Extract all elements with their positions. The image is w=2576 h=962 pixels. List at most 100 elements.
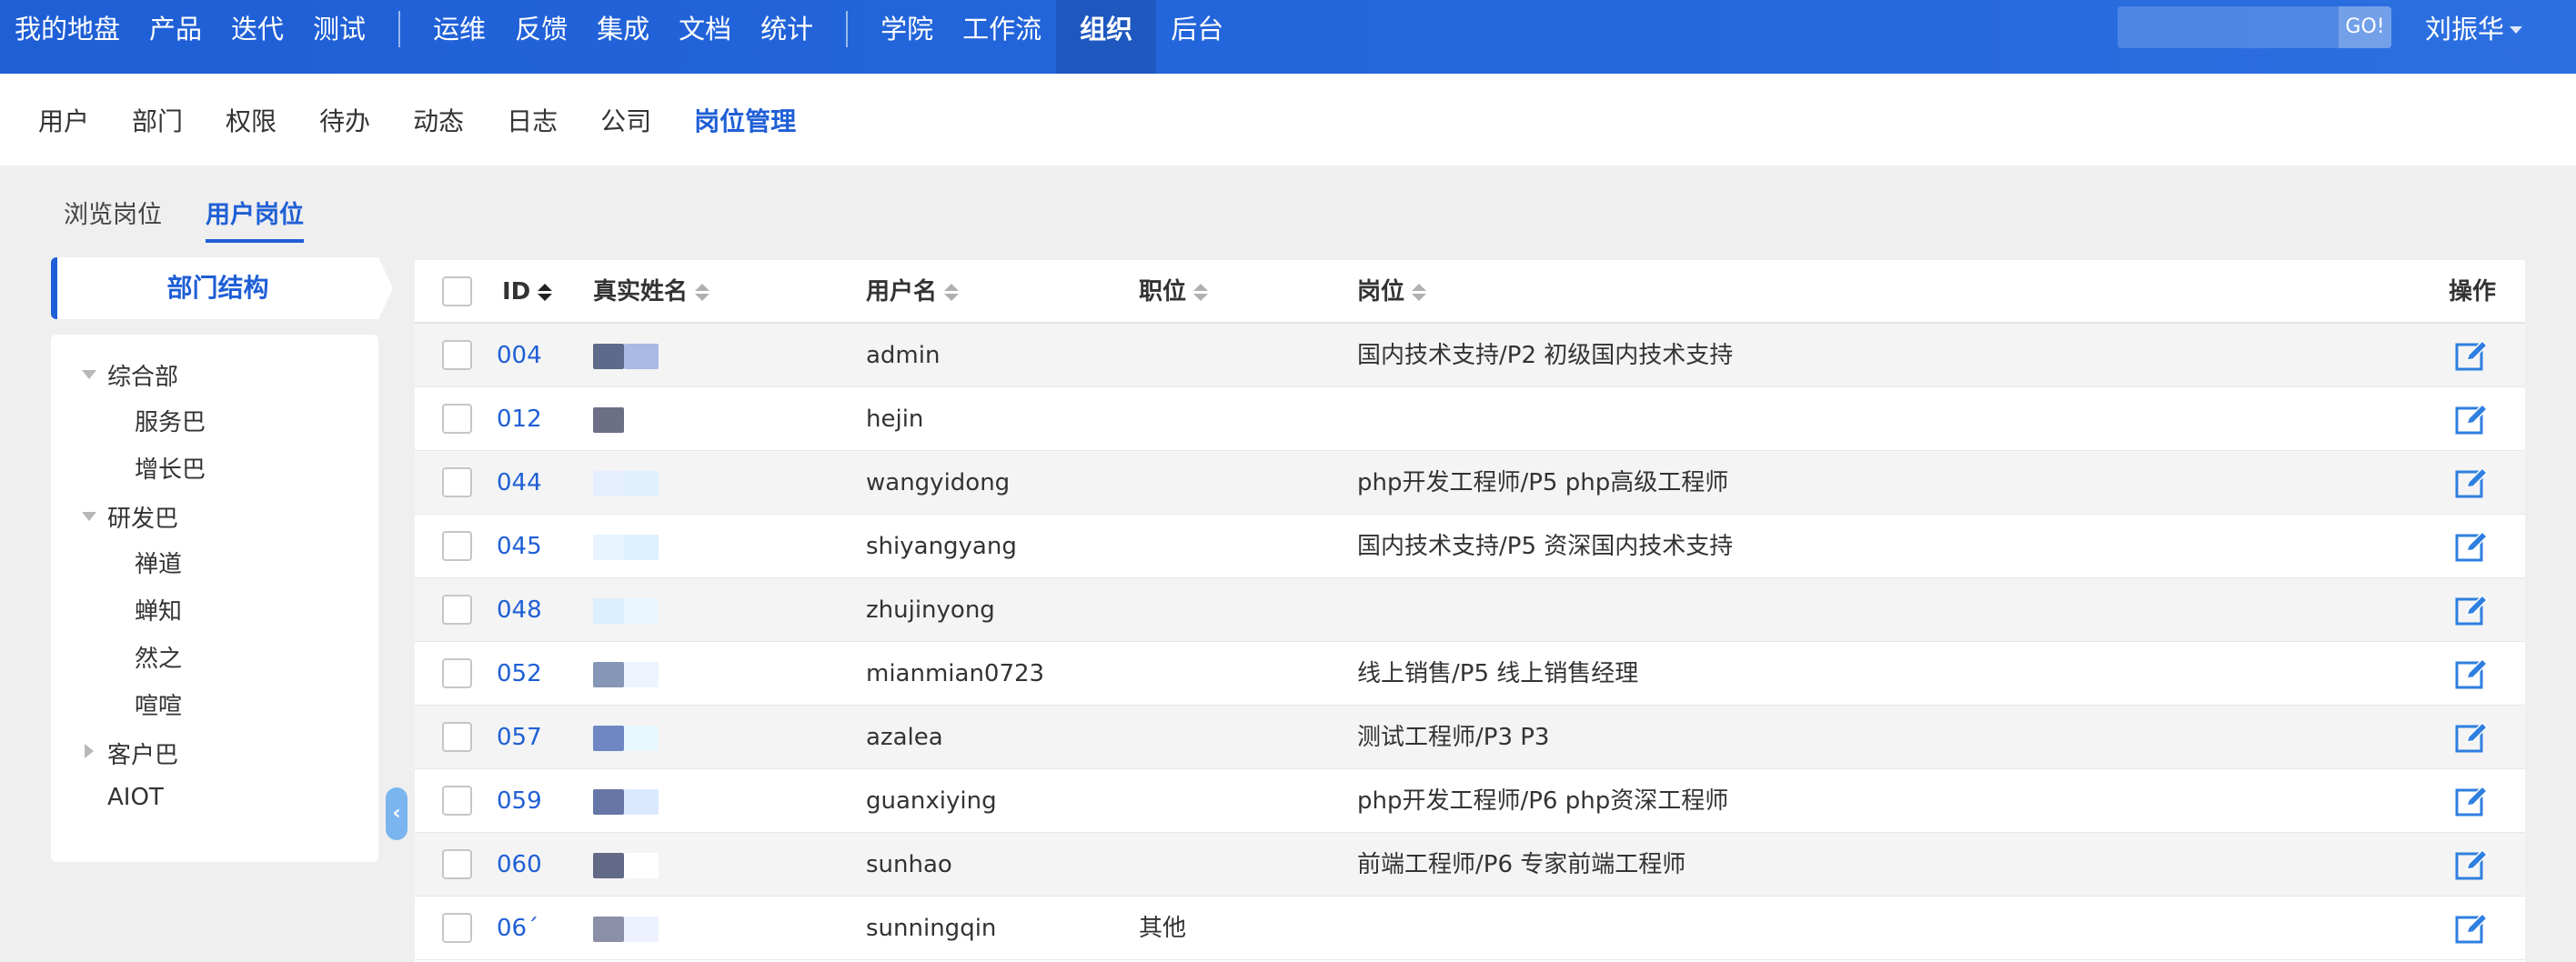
nav-item-admin[interactable]: 后台 bbox=[1156, 0, 1238, 74]
table-row[interactable]: 012 hejin bbox=[415, 387, 2525, 451]
tab-user-positions[interactable]: 用户岗位 bbox=[206, 195, 304, 243]
row-checkbox[interactable] bbox=[442, 913, 472, 943]
edit-icon[interactable] bbox=[2454, 466, 2489, 500]
column-header-realname[interactable]: 真实姓名 bbox=[593, 260, 710, 324]
user-id-link[interactable]: 012 bbox=[497, 387, 542, 451]
user-menu[interactable]: 刘振华 bbox=[2425, 0, 2523, 58]
edit-icon[interactable] bbox=[2454, 656, 2489, 691]
row-checkbox[interactable] bbox=[442, 595, 472, 625]
table-row[interactable]: 045 shiyangyang 国内技术支持/P5 资深国内技术支持 bbox=[415, 515, 2525, 578]
subnav-item-todo[interactable]: 待办 bbox=[319, 102, 370, 138]
username-cell: wangyidong bbox=[866, 469, 1011, 496]
tree-node-chanzhi[interactable]: 蝉知 bbox=[135, 593, 182, 626]
column-header-role[interactable]: 职位 bbox=[1139, 260, 1209, 324]
top-navigation-bar: 我的地盘 产品 迭代 测试 运维 反馈 集成 文档 统计 学院 工作流 组织 后… bbox=[0, 0, 2576, 74]
subnav-item-position-management[interactable]: 岗位管理 bbox=[694, 102, 796, 138]
row-checkbox[interactable] bbox=[442, 722, 472, 752]
nav-item-test[interactable]: 测试 bbox=[298, 0, 380, 74]
edit-icon[interactable] bbox=[2454, 784, 2489, 818]
user-id-link[interactable]: 052 bbox=[497, 642, 542, 706]
search-input[interactable] bbox=[2118, 6, 2339, 48]
nav-item-my-dashboard[interactable]: 我的地盘 bbox=[0, 0, 135, 74]
subnav-item-company[interactable]: 公司 bbox=[600, 102, 651, 138]
column-header-realname-label: 真实姓名 bbox=[593, 278, 689, 306]
row-checkbox[interactable] bbox=[442, 531, 472, 561]
nav-item-ops[interactable]: 运维 bbox=[418, 0, 500, 74]
subnav-item-users[interactable]: 用户 bbox=[38, 102, 89, 138]
sort-icon bbox=[695, 283, 710, 301]
table-row[interactable]: 057 azalea 测试工程师/P3 P3 bbox=[415, 706, 2525, 769]
table-row[interactable]: 048 zhujinyong bbox=[415, 578, 2525, 642]
column-header-id[interactable]: ID bbox=[502, 260, 553, 324]
tree-node-zentao[interactable]: 禅道 bbox=[135, 546, 182, 579]
row-checkbox[interactable] bbox=[442, 658, 472, 688]
select-all-checkbox[interactable] bbox=[442, 276, 472, 306]
search-go-button[interactable]: GO! bbox=[2339, 6, 2391, 48]
nav-item-docs[interactable]: 文档 bbox=[664, 0, 746, 74]
user-id-link[interactable]: 045 bbox=[497, 515, 542, 578]
table-row[interactable]: 052 mianmian0723 线上销售/P5 线上销售经理 bbox=[415, 642, 2525, 706]
nav-item-iteration[interactable]: 迭代 bbox=[216, 0, 298, 74]
department-structure-header: 部门结构 bbox=[51, 257, 393, 319]
caret-right-icon[interactable] bbox=[85, 744, 94, 758]
subnav-item-logs[interactable]: 日志 bbox=[507, 102, 558, 138]
edit-icon[interactable] bbox=[2454, 847, 2489, 882]
user-id-link[interactable]: 057 bbox=[497, 706, 542, 769]
column-header-username[interactable]: 用户名 bbox=[866, 260, 960, 324]
nav-item-feedback[interactable]: 反馈 bbox=[500, 0, 582, 74]
user-id-link[interactable]: 060 bbox=[497, 833, 542, 897]
table-row[interactable]: 060 sunhao 前端工程师/P6 专家前端工程师 bbox=[415, 833, 2525, 897]
edit-icon[interactable] bbox=[2454, 593, 2489, 627]
edit-icon[interactable] bbox=[2454, 338, 2489, 373]
username-cell: mianmian0723 bbox=[866, 660, 1045, 687]
row-checkbox[interactable] bbox=[442, 786, 472, 816]
nav-item-academy[interactable]: 学院 bbox=[866, 0, 948, 74]
chevron-down-icon bbox=[2510, 26, 2523, 34]
row-checkbox[interactable] bbox=[442, 404, 472, 434]
table-header: ID 真实姓名 用户名 职位 岗位 操作 bbox=[415, 260, 2525, 324]
table-row[interactable]: 059 guanxiying php开发工程师/P6 php资深工程师 bbox=[415, 769, 2525, 833]
edit-icon[interactable] bbox=[2454, 911, 2489, 946]
sort-icon bbox=[1193, 283, 1209, 301]
subnav-item-departments[interactable]: 部门 bbox=[132, 102, 183, 138]
nav-separator bbox=[846, 11, 849, 47]
nav-item-stats[interactable]: 统计 bbox=[746, 0, 828, 74]
tree-node-customer[interactable]: 客户巴 bbox=[107, 737, 178, 770]
tree-node-general-dept[interactable]: 综合部 bbox=[107, 358, 178, 392]
user-id-link[interactable]: 004 bbox=[497, 324, 542, 387]
tree-node-rnd[interactable]: 研发巴 bbox=[107, 500, 178, 534]
nav-item-organization[interactable]: 组织 bbox=[1056, 0, 1157, 74]
user-id-link[interactable]: 06´ bbox=[497, 897, 538, 960]
sort-icon bbox=[1412, 283, 1427, 301]
tree-node-growth[interactable]: 增长巴 bbox=[135, 451, 206, 485]
nav-item-integration[interactable]: 集成 bbox=[582, 0, 664, 74]
table-row[interactable]: 06´ sunningqin 其他 bbox=[415, 897, 2525, 960]
user-id-link[interactable]: 044 bbox=[497, 451, 542, 515]
tree-node-xuanxuan[interactable]: 喧喧 bbox=[135, 687, 182, 721]
tab-browse-positions[interactable]: 浏览岗位 bbox=[64, 195, 162, 243]
subnav-item-permissions[interactable]: 权限 bbox=[226, 102, 277, 138]
table-row[interactable]: 004 admin 国内技术支持/P2 初级国内技术支持 bbox=[415, 324, 2525, 387]
tree-node-ranzhi[interactable]: 然之 bbox=[135, 640, 182, 674]
caret-down-icon[interactable] bbox=[82, 512, 96, 521]
username-cell: zhujinyong bbox=[866, 596, 995, 624]
tree-node-aiot[interactable]: AIOT bbox=[107, 784, 164, 811]
username-cell: sunhao bbox=[866, 851, 952, 878]
user-id-link[interactable]: 048 bbox=[497, 578, 542, 642]
user-id-link[interactable]: 059 bbox=[497, 769, 542, 833]
tree-node-service[interactable]: 服务巴 bbox=[135, 404, 206, 437]
row-checkbox[interactable] bbox=[442, 467, 472, 497]
collapse-sidebar-button[interactable]: ‹ bbox=[386, 787, 408, 840]
sort-icon bbox=[944, 283, 960, 301]
edit-icon[interactable] bbox=[2454, 720, 2489, 755]
table-row[interactable]: 044 wangyidong php开发工程师/P5 php高级工程师 bbox=[415, 451, 2525, 515]
caret-down-icon[interactable] bbox=[82, 370, 96, 379]
edit-icon[interactable] bbox=[2454, 529, 2489, 564]
column-header-position[interactable]: 岗位 bbox=[1357, 260, 1427, 324]
row-checkbox[interactable] bbox=[442, 849, 472, 879]
nav-item-workflow[interactable]: 工作流 bbox=[948, 0, 1056, 74]
row-checkbox[interactable] bbox=[442, 340, 472, 370]
edit-icon[interactable] bbox=[2454, 402, 2489, 436]
subnav-item-activity[interactable]: 动态 bbox=[413, 102, 464, 138]
nav-item-product[interactable]: 产品 bbox=[135, 0, 216, 74]
